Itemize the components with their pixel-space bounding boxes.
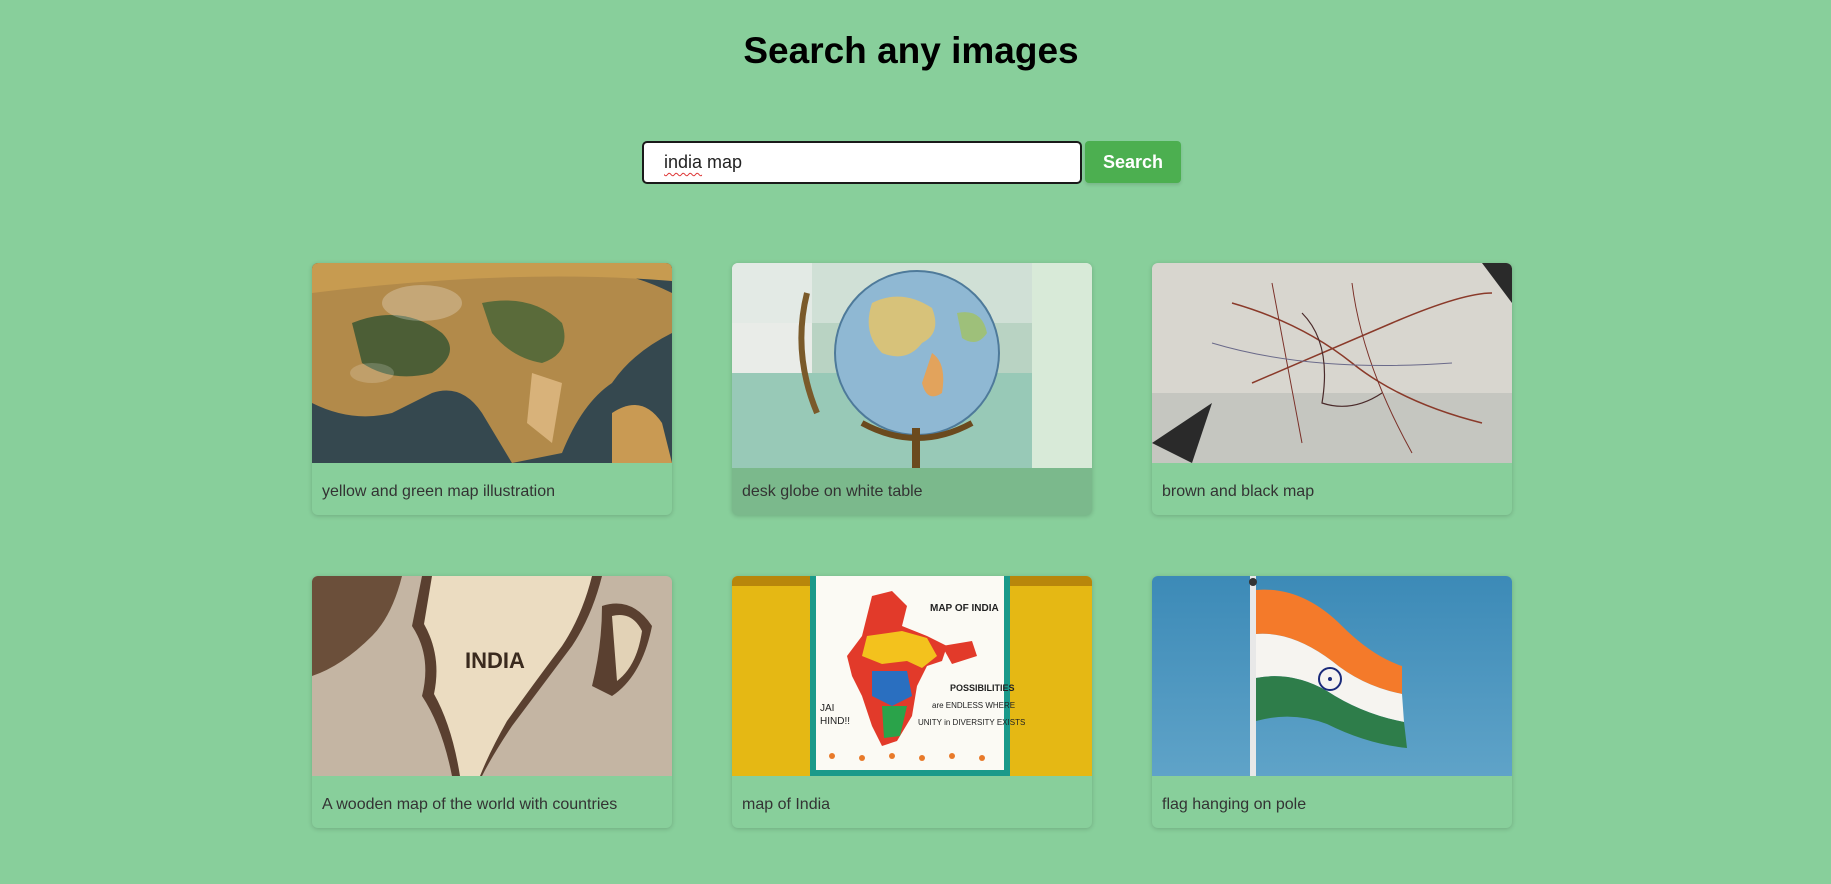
wooden-world-map-image[interactable]: INDIA bbox=[312, 576, 672, 776]
india-map-poster-image[interactable]: MAP OF INDIA POSSIBILITIES are ENDLESS W… bbox=[732, 576, 1092, 776]
poster-title-text: MAP OF INDIA bbox=[930, 603, 999, 614]
result-card[interactable]: flag hanging on pole bbox=[1152, 576, 1512, 828]
result-caption: yellow and green map illustration bbox=[322, 483, 556, 500]
search-query-misspelled-word: india bbox=[664, 152, 703, 172]
map-label-india: INDIA bbox=[465, 648, 525, 673]
poster-text-line2: are ENDLESS WHERE bbox=[932, 701, 1015, 710]
result-caption: brown and black map bbox=[1162, 483, 1315, 500]
globe-closeup-image[interactable] bbox=[312, 263, 672, 463]
india-flag-image[interactable] bbox=[1152, 576, 1512, 776]
search-input[interactable]: india map bbox=[642, 141, 1082, 184]
poster-text-line1: POSSIBILITIES bbox=[950, 683, 1015, 693]
result-card[interactable]: INDIA A wooden map of the world with cou… bbox=[312, 576, 672, 828]
result-caption: flag hanging on pole bbox=[1162, 796, 1307, 813]
poster-side-text2: HIND!! bbox=[820, 716, 850, 727]
result-caption: A wooden map of the world with countries bbox=[322, 796, 618, 813]
result-card[interactable]: brown and black map bbox=[1152, 263, 1512, 515]
desk-globe-image[interactable] bbox=[732, 263, 1092, 468]
result-card[interactable]: desk globe on white table bbox=[732, 263, 1092, 515]
result-caption: desk globe on white table bbox=[742, 483, 923, 500]
search-form: india map Search bbox=[642, 141, 1181, 184]
result-caption: map of India bbox=[742, 796, 831, 813]
result-card[interactable]: MAP OF INDIA POSSIBILITIES are ENDLESS W… bbox=[732, 576, 1092, 828]
search-button[interactable]: Search bbox=[1085, 141, 1181, 183]
page-title: Search any images bbox=[743, 30, 1079, 71]
poster-text-line3: UNITY in DIVERSITY EXISTS bbox=[918, 718, 1025, 727]
road-map-image[interactable] bbox=[1152, 263, 1512, 463]
result-card[interactable]: yellow and green map illustration bbox=[312, 263, 672, 515]
search-query-rest: map bbox=[702, 152, 743, 172]
poster-side-text1: JAI bbox=[820, 703, 834, 714]
